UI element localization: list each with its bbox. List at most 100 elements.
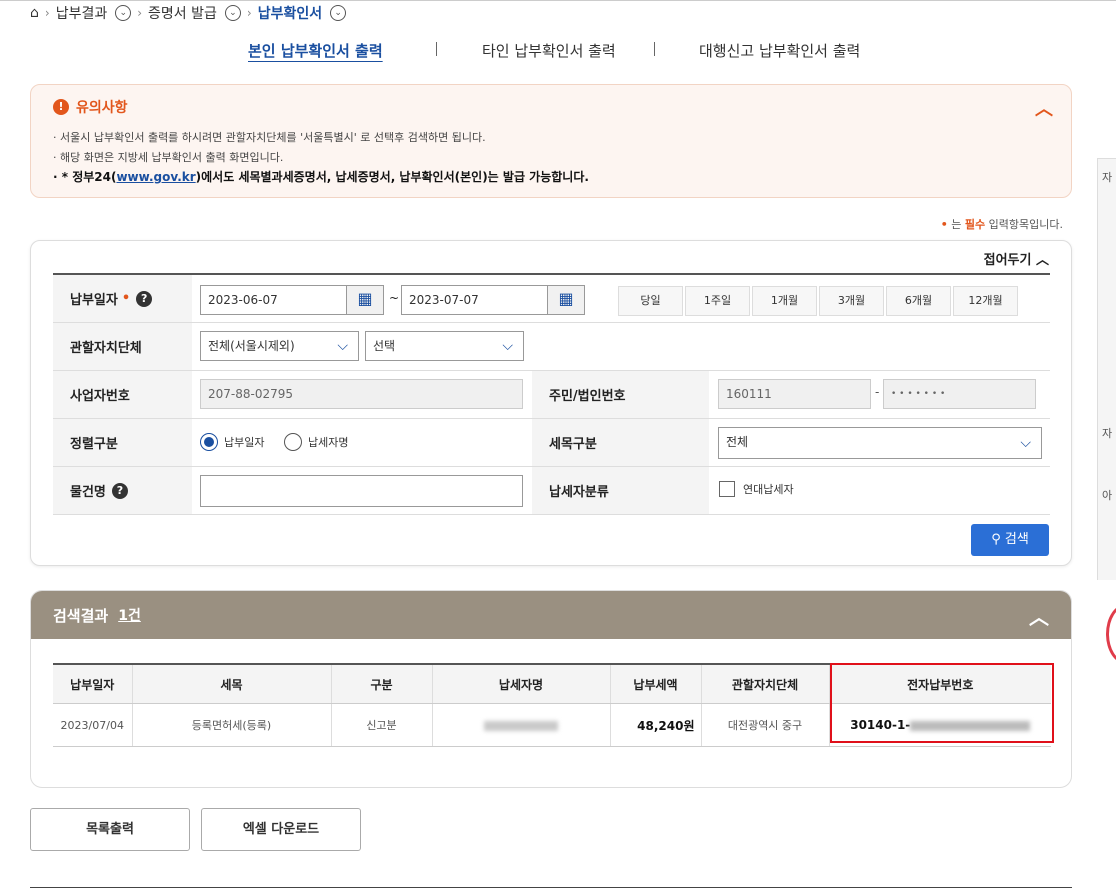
- payment-date-label: 납부일자 • ?: [53, 275, 192, 322]
- property-label: 물건명 ?: [53, 467, 192, 514]
- cell-date: 2023/07/04: [53, 703, 132, 747]
- search-panel: 접어두기 ︿ 납부일자 • ? 2023-06-07 ▦ ~ 2023-07-0…: [30, 240, 1072, 566]
- resident-no-front-input: 160111: [718, 379, 871, 409]
- col-header-type[interactable]: 구분: [330, 663, 432, 704]
- col-header-date[interactable]: 납부일자: [53, 663, 132, 704]
- calendar-icon[interactable]: ▦: [346, 286, 383, 314]
- chevron-down-icon[interactable]: ⌄: [115, 5, 132, 21]
- side-panel-label: 자: [1102, 427, 1113, 440]
- tab-agent-certificate[interactable]: 대행신고 납부확인서 출력: [699, 40, 860, 61]
- sort-option-label: 납부일자: [224, 436, 265, 449]
- radio-unchecked-icon: [284, 433, 302, 451]
- date-to-input[interactable]: 2023-07-07 ▦: [401, 285, 585, 315]
- side-panel[interactable]: 자 자 아: [1097, 158, 1116, 580]
- gov24-link[interactable]: www.gov.kr: [116, 170, 195, 184]
- period-12month-button[interactable]: 12개월: [953, 286, 1018, 316]
- required-note-prefix: 는: [947, 218, 965, 231]
- chevron-right-icon: ›: [137, 6, 143, 20]
- notice-line: · 서울시 납부확인서 출력를 하시려면 관할자치단체를 '서울특별시' 로 선…: [53, 131, 486, 144]
- cell-authority: 대전광역시 중구: [700, 703, 829, 747]
- col-header-taxpayer[interactable]: 납세자명: [431, 663, 610, 704]
- breadcrumb-item-result[interactable]: 납부결과: [56, 3, 108, 23]
- joint-taxpayer-checkbox[interactable]: 연대납세자: [719, 481, 794, 497]
- results-header: 검색결과 1건 ︿: [31, 591, 1071, 639]
- required-dot: •: [121, 291, 131, 306]
- checkbox-icon: [719, 481, 735, 497]
- list-print-button[interactable]: 목록출력: [30, 808, 190, 851]
- breadcrumb-item-certificate[interactable]: 증명서 발급: [148, 3, 217, 23]
- period-1month-button[interactable]: 1개월: [752, 286, 817, 316]
- help-icon[interactable]: ?: [136, 290, 153, 307]
- period-6month-button[interactable]: 6개월: [886, 286, 951, 316]
- notice-title: ! 유의사항: [53, 97, 128, 117]
- cell-amount: 48,240원: [609, 703, 701, 747]
- resident-no-back-input: • • • • • • •: [883, 379, 1036, 409]
- date-to-value: 2023-07-07: [409, 293, 479, 307]
- notice-gov24-suffix: )에서도 세목별과세증명서, 납세증명서, 납부확인서(본인)는 발급 가능합니…: [195, 170, 589, 184]
- radio-checked-icon: [200, 433, 218, 451]
- chevron-right-icon: ›: [44, 6, 50, 20]
- date-tilde: ~: [389, 291, 400, 305]
- form-row-authority: 관할자치단체 전체(서울시제외) ⌵ 선택 ⌵: [53, 323, 1050, 371]
- date-from-value: 2023-06-07: [208, 293, 278, 307]
- authority-select-2-value: 선택: [373, 339, 396, 353]
- required-note-em: 필수: [964, 218, 986, 231]
- cell-type: 신고분: [330, 703, 432, 747]
- required-dot: •: [940, 218, 948, 231]
- chevron-down-icon: ⌵: [337, 338, 348, 354]
- resident-no-label: 주민/법인번호: [532, 371, 709, 418]
- authority-select-1[interactable]: 전체(서울시제외) ⌵: [200, 331, 359, 361]
- required-note: • 는 필수 입력항목입니다.: [941, 216, 1063, 232]
- home-icon[interactable]: ⌂: [30, 5, 39, 21]
- col-header-amount[interactable]: 납부세액: [609, 663, 701, 704]
- chevron-up-icon[interactable]: ︿: [1029, 601, 1049, 630]
- chevron-up-icon[interactable]: ︿: [1035, 95, 1053, 121]
- highlight-box: [830, 663, 1054, 743]
- sort-label: 정렬구분: [53, 419, 192, 466]
- form-row-ids: 사업자번호 207-88-02795 주민/법인번호 160111 - • • …: [53, 371, 1050, 419]
- biz-no-input: 207-88-02795: [200, 379, 523, 409]
- notice-box: ! 유의사항 ︿ · 서울시 납부확인서 출력를 하시려면 관할자치단체를 '서…: [30, 84, 1072, 198]
- help-icon[interactable]: ?: [111, 482, 128, 499]
- chevron-down-icon: ⌵: [1020, 435, 1031, 451]
- tab-divider: [436, 42, 437, 56]
- cell-tax-item: 등록면허세(등록): [131, 703, 331, 747]
- form-row-property: 물건명 ? 납세자분류 연대납세자: [53, 467, 1050, 515]
- chevron-up-icon: ︿: [1035, 253, 1049, 268]
- tab-other-certificate[interactable]: 타인 납부확인서 출력: [482, 40, 616, 61]
- tab-self-certificate[interactable]: 본인 납부확인서 출력: [248, 40, 383, 61]
- search-button[interactable]: ⚲ 검색: [971, 524, 1049, 556]
- cell-taxpayer: [431, 703, 610, 747]
- breadcrumb-item-current[interactable]: 납부확인서: [258, 3, 322, 23]
- date-from-input[interactable]: 2023-06-07 ▦: [200, 285, 384, 315]
- calendar-icon[interactable]: ▦: [547, 286, 584, 314]
- col-header-tax-item[interactable]: 세목: [131, 663, 331, 704]
- sort-radio-payment-date[interactable]: 납부일자: [200, 433, 264, 451]
- fold-label: 접어두기: [983, 253, 1032, 268]
- period-today-button[interactable]: 당일: [618, 286, 683, 316]
- property-input[interactable]: [200, 475, 523, 507]
- excel-download-button[interactable]: 엑셀 다운로드: [201, 808, 361, 851]
- col-header-authority[interactable]: 관할자치단체: [700, 663, 829, 704]
- form-row-sort: 정렬구분 납부일자 납세자명 세목구분 전체 ⌵: [53, 419, 1050, 467]
- chevron-down-icon[interactable]: ⌄: [224, 5, 241, 21]
- floating-circle-button[interactable]: [1106, 604, 1116, 664]
- authority-select-2[interactable]: 선택 ⌵: [365, 331, 524, 361]
- fold-button[interactable]: 접어두기 ︿: [984, 249, 1049, 268]
- required-note-suffix: 입력항목입니다.: [985, 218, 1063, 231]
- side-panel-label: 아: [1102, 489, 1113, 502]
- joint-taxpayer-label: 연대납세자: [743, 483, 794, 496]
- results-title: 검색결과: [53, 606, 109, 625]
- sort-radio-taxpayer-name[interactable]: 납세자명: [284, 433, 348, 451]
- form-row-payment-date: 납부일자 • ? 2023-06-07 ▦ ~ 2023-07-07 ▦ 당일 …: [53, 275, 1050, 323]
- period-1week-button[interactable]: 1주일: [685, 286, 750, 316]
- property-label-text: 물건명: [70, 485, 106, 500]
- chevron-down-icon[interactable]: ⌄: [330, 5, 347, 21]
- authority-label: 관할자치단체: [53, 323, 192, 370]
- sort-option-label: 납세자명: [308, 436, 349, 449]
- period-3month-button[interactable]: 3개월: [819, 286, 884, 316]
- taxpayer-class-label: 납세자분류: [532, 467, 709, 514]
- tax-item-select[interactable]: 전체 ⌵: [718, 427, 1042, 459]
- notice-line-gov24: · * 정부24(www.gov.kr)에서도 세목별과세증명서, 납세증명서,…: [53, 168, 589, 185]
- search-icon: ⚲: [991, 532, 1001, 547]
